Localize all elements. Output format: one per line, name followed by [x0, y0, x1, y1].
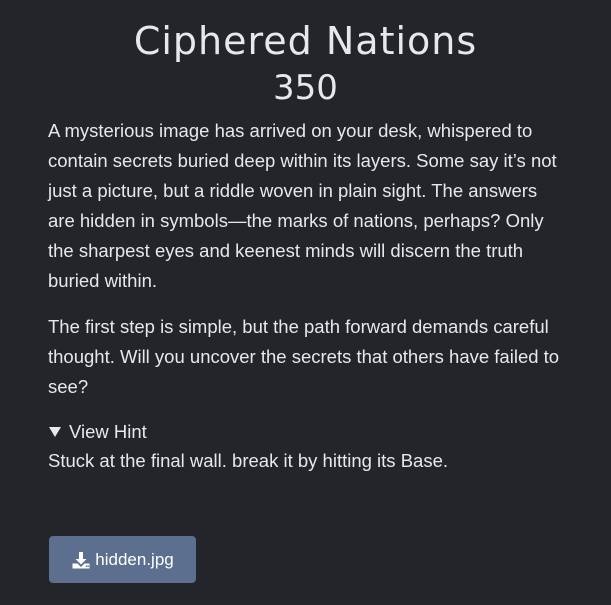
description-paragraph: A mysterious image has arrived on your d… [48, 120, 557, 291]
download-file-button[interactable]: hidden.jpg [49, 536, 196, 583]
challenge-description: A mysterious image has arrived on your d… [48, 116, 563, 402]
file-name: hidden.jpg [95, 549, 174, 569]
hint-text: Stuck at the final wall. break it by hit… [48, 450, 448, 471]
download-icon [72, 551, 90, 568]
caret-down-icon [49, 427, 61, 437]
challenge-points: 350 [273, 68, 338, 108]
description-paragraph: The first step is simple, but the path f… [48, 316, 560, 397]
challenge-modal: Ciphered Nations 350 A mysterious image … [0, 0, 611, 605]
view-hint-toggle[interactable]: View Hint [48, 418, 563, 446]
challenge-title: Ciphered Nations [133, 19, 478, 63]
view-hint-label: View Hint [69, 421, 147, 442]
